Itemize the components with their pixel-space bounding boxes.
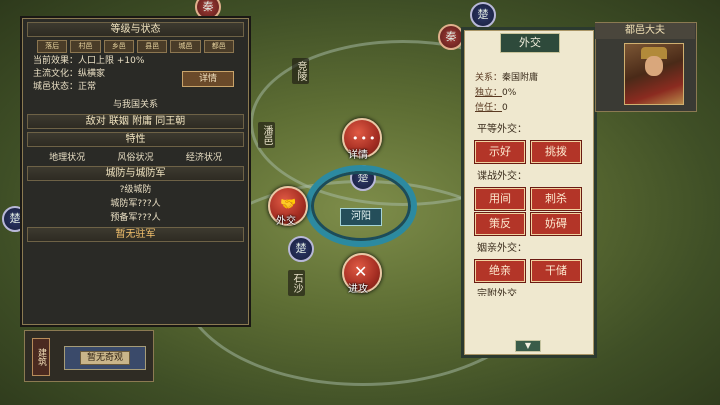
ellipsis-icon: ••• [352, 132, 378, 145]
detail-action-label: 详情 [348, 150, 368, 161]
garrison-header: 暂无驻军 [27, 227, 244, 242]
spy-diplomacy-buttons-row1: 用间 刺杀 [471, 188, 587, 210]
city-info-panel: 等级与状态 落后 村邑 乡邑 县邑 城邑 都邑 当前效果：人口上限 +10% 主… [22, 18, 249, 325]
spy-diplomacy-buttons-row2: 策反 妨碍 [471, 213, 587, 235]
trait-geography[interactable]: 地理状况 [49, 150, 85, 163]
current-effect: 当前效果：人口上限 +10% [33, 55, 238, 67]
marriage-diplomacy-header: 姻亲外交： [477, 243, 527, 254]
trust-label[interactable]: 信任： [475, 103, 502, 113]
level-chip: 落后 [37, 40, 68, 53]
state-value: 正常 [78, 82, 97, 92]
city-marker[interactable]: 楚 [470, 2, 496, 28]
reserve-army: 预备军???人 [110, 213, 161, 223]
crossed-swords-icon: ✕ [354, 262, 368, 281]
level-status-header: 等级与状态 [27, 22, 244, 37]
obstruct-button[interactable]: 妨碍 [531, 213, 581, 235]
portrait-face [645, 56, 663, 76]
trait-economy[interactable]: 经济状况 [186, 150, 222, 163]
trust-value: 0 [502, 103, 508, 113]
relation-value: 秦国附庸 [502, 73, 539, 83]
independence-row: 独立：0% [471, 86, 587, 101]
effect-value: 人口上限 +10% [78, 56, 145, 66]
traits-row: 地理状况 风俗状况 经济状况 [33, 150, 238, 163]
assassinate-button[interactable]: 刺杀 [531, 188, 581, 210]
diplomacy-content: 关系：秦国附庸 独立：0% 信任：0 平等外交： 示好 挑拨 谍战外交： 用间 … [471, 59, 587, 296]
level-chip: 都邑 [203, 40, 234, 53]
trust-row: 信任：0 [471, 101, 587, 116]
map-label-shisha: 石沙 [288, 270, 305, 296]
culture-label: 主流文化： [33, 69, 79, 79]
defense-level: ?级城防 [119, 185, 152, 195]
defense-army: 城防军???人 [110, 199, 161, 209]
wonder-slot[interactable]: 暂无奇观 [64, 346, 146, 370]
city-marker[interactable]: 楚 [288, 236, 314, 262]
official-title: 都邑大夫 [595, 23, 695, 39]
diplomacy-title: 外交 [500, 33, 560, 53]
handshake-icon: 🤝 [280, 197, 297, 212]
break-marriage-button[interactable]: 绝亲 [475, 260, 525, 282]
meddle-heir-button[interactable]: 干储 [531, 260, 581, 282]
equal-diplomacy-buttons: 示好 挑拨 [471, 141, 587, 163]
marriage-diplomacy-buttons: 绝亲 干储 [471, 260, 587, 282]
vassal-diplomacy-header: 宗附外交 [477, 289, 517, 296]
traits-header: 特性 [27, 132, 244, 147]
map-label-jingling: 竞陵 [292, 58, 309, 84]
trait-customs[interactable]: 风俗状况 [117, 150, 153, 163]
culture-value: 纵横家 [78, 69, 106, 79]
diplomacy-action-label: 外交 [276, 216, 296, 227]
level-chip: 乡邑 [103, 40, 134, 53]
spy-diplomacy-header: 谍战外交： [477, 171, 527, 182]
city-marker[interactable]: 秦 [438, 24, 464, 50]
incite-button[interactable]: 策反 [475, 213, 525, 235]
map-label-panyi: 潘邑 [258, 122, 275, 148]
independence-value: 0% [502, 88, 517, 98]
relation-row: 关系：秦国附庸 [471, 71, 587, 86]
scroll-down-icon[interactable]: ▼ [515, 340, 541, 352]
defense-header: 城防与城防军 [27, 166, 244, 181]
level-chip: 城邑 [170, 40, 201, 53]
state-label: 城邑状态： [33, 82, 79, 92]
city-marker[interactable]: 秦 [195, 0, 221, 20]
effect-label: 当前效果： [33, 56, 79, 66]
level-chip: 村邑 [70, 40, 101, 53]
equal-diplomacy-header: 平等外交： [477, 124, 527, 135]
relation-label: 关系： [475, 73, 503, 83]
wonder-slot-label: 暂无奇观 [79, 351, 130, 365]
city-emblem-ring [305, 165, 417, 247]
provoke-button[interactable]: 挑拨 [531, 141, 581, 163]
city-level-chips: 落后 村邑 乡邑 县邑 城邑 都邑 [37, 40, 234, 53]
city-name-label[interactable]: 河阳 [340, 208, 382, 226]
independence-label[interactable]: 独立： [475, 88, 502, 98]
relations-line: 敌对 联姻 附庸 同王朝 [27, 114, 244, 129]
diplomacy-panel: 关系：秦国附庸 独立：0% 信任：0 平等外交： 示好 挑拨 谍战外交： 用间 … [464, 30, 594, 355]
level-chip: 县邑 [136, 40, 168, 53]
attack-action-label: 进攻 [348, 284, 368, 295]
build-tab[interactable]: 建筑 [32, 338, 50, 376]
detail-button[interactable]: 详情 [182, 71, 234, 87]
befriend-button[interactable]: 示好 [475, 141, 525, 163]
relations-title: 与我国关系 [112, 100, 158, 110]
espionage-button[interactable]: 用间 [475, 188, 525, 210]
official-portrait[interactable] [624, 43, 684, 105]
